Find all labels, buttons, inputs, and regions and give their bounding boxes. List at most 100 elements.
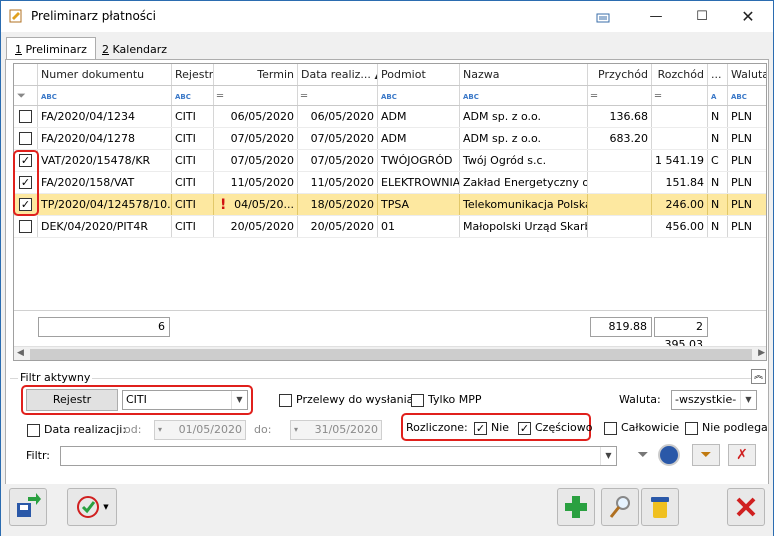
cell-text: 11/05/2020 xyxy=(230,176,294,189)
spin-icon[interactable]: ▾ xyxy=(294,421,298,439)
cell-flag: N xyxy=(708,128,728,149)
cell-nazwa: Twój Ogród s.c. xyxy=(460,150,588,171)
chevron-down-icon[interactable]: ▼ xyxy=(103,503,108,511)
abc-filter-icon[interactable]: ABC xyxy=(728,86,766,105)
cell-text: PLN xyxy=(731,110,752,123)
row-checkbox[interactable] xyxy=(19,109,32,123)
table-row[interactable]: DEK/04/2020/PIT4R CITI 20/05/2020 20/05/202… xyxy=(14,216,766,238)
cell-podmiot: ELEKTROWNIA xyxy=(378,172,460,193)
czesciowo-checkbox[interactable]: ✓ xyxy=(518,422,531,435)
col-rejestr[interactable]: Rejestr xyxy=(172,64,214,85)
col-waluta[interactable]: Waluta xyxy=(728,64,766,85)
app-icon xyxy=(9,9,22,23)
data-realizacji-checkbox[interactable] xyxy=(27,424,40,437)
filtr-input[interactable]: ▼ xyxy=(60,446,617,466)
export-button[interactable] xyxy=(9,488,47,526)
tab-kalendarz[interactable]: 2 Kalendarz xyxy=(93,37,176,60)
abc-filter-icon[interactable]: ABC xyxy=(378,86,460,105)
waluta-label: Waluta: xyxy=(619,393,661,406)
table-row[interactable]: ✓ FA/2020/158/VAT CITI 11/05/2020 11/05/2020… xyxy=(14,172,766,194)
warning-icon: ! xyxy=(220,197,227,213)
col-more[interactable]: ... xyxy=(708,64,728,85)
tab-preliminarz[interactable]: 1 Preliminarz xyxy=(6,37,96,61)
equals-filter-icon[interactable]: ═ xyxy=(214,86,298,105)
col-termin[interactable]: Termin xyxy=(214,64,298,85)
cell-nazwa: Małopolski Urząd Skarb... xyxy=(460,216,588,237)
filter-clear-icon[interactable]: ✗ xyxy=(728,444,756,466)
tylko-mpp-label: Tylko MPP xyxy=(428,393,482,406)
cell-reg: CITI xyxy=(172,128,214,149)
do-date-input[interactable]: ▾ 31/05/2020 xyxy=(290,420,382,440)
close-window-button[interactable]: ✕ xyxy=(725,1,771,32)
cell-rozchod: 456.00 xyxy=(652,216,708,237)
operations-button[interactable]: ▼ xyxy=(67,488,117,526)
cell-text: CITI xyxy=(175,198,196,211)
cell-doc: VAT/2020/15478/KR xyxy=(38,150,172,171)
cell-real: 18/05/2020 xyxy=(298,194,378,215)
funnel-icon[interactable]: ⏷ xyxy=(632,444,654,466)
cell-text: 1 541.19 xyxy=(655,154,704,167)
table-row[interactable]: FA/2020/04/1234 CITI 06/05/2020 06/05/2020 A… xyxy=(14,106,766,128)
calkowicie-checkbox[interactable] xyxy=(604,422,617,435)
row-checkbox[interactable] xyxy=(19,219,32,233)
grid-header: Numer dokumentu Rejestr Termin Data real… xyxy=(14,64,766,86)
equals-filter-icon[interactable]: ═ xyxy=(298,86,378,105)
col-data-realizacji[interactable]: Data realiz... ▲ xyxy=(298,64,378,85)
table-row[interactable]: ✓ VAT/2020/15478/KR CITI 07/05/2020 07/05/20… xyxy=(14,150,766,172)
abc-filter-icon[interactable]: ABC xyxy=(460,86,588,105)
add-button[interactable] xyxy=(557,488,595,526)
abc-filter-icon[interactable]: A xyxy=(708,86,728,105)
cell-flag: C xyxy=(708,150,728,171)
chevron-down-icon[interactable]: ▼ xyxy=(231,391,247,409)
horizontal-scrollbar[interactable]: ◀ ▶ xyxy=(14,346,766,360)
od-date-input[interactable]: ▾ 01/05/2020 xyxy=(154,420,246,440)
col-nazwa[interactable]: Nazwa xyxy=(460,64,588,85)
abc-filter-icon[interactable]: ABC xyxy=(172,86,214,105)
preview-button[interactable] xyxy=(601,488,639,526)
collapse-icon[interactable]: ︽ xyxy=(751,369,766,384)
filter-apply-icon[interactable] xyxy=(658,444,680,466)
equals-filter-icon[interactable]: ═ xyxy=(588,86,652,105)
przelewy-label: Przelewy do wysłania xyxy=(296,393,414,406)
filter-funnel-icon[interactable]: ⏷ xyxy=(14,86,38,105)
data-realizacji-label: Data realizacji: xyxy=(44,423,127,436)
col-numer-dokumentu[interactable]: Numer dokumentu xyxy=(38,64,172,85)
delete-button[interactable] xyxy=(641,488,679,526)
nie-podlega-checkbox[interactable] xyxy=(685,422,698,435)
export-icon xyxy=(17,493,41,517)
table-row[interactable]: ✓ TP/2020/04/124578/10... CITI! 04/05/20...… xyxy=(14,194,766,216)
cell-text: DEK/04/2020/PIT4R xyxy=(41,220,148,233)
scroll-left-icon[interactable]: ◀ xyxy=(17,348,24,358)
przelewy-checkbox[interactable] xyxy=(279,394,292,407)
cell-doc: FA/2020/04/1278 xyxy=(38,128,172,149)
col-podmiot[interactable]: Podmiot xyxy=(378,64,460,85)
cell-text: PLN xyxy=(731,176,752,189)
tylko-mpp-checkbox[interactable] xyxy=(411,394,424,407)
table-row[interactable]: FA/2020/04/1278 CITI 07/05/2020 07/05/2020 A… xyxy=(14,128,766,150)
close-button[interactable] xyxy=(727,488,765,526)
maximize-button[interactable]: ☐ xyxy=(679,1,725,32)
filter-group-label: Filtr aktywny xyxy=(18,370,93,386)
abc-filter-icon[interactable]: ABC xyxy=(38,86,172,105)
rejestr-select[interactable]: CITI ▼ xyxy=(122,390,248,410)
row-checkbox[interactable] xyxy=(19,131,32,145)
header-select[interactable] xyxy=(14,64,38,85)
chevron-down-icon[interactable]: ▼ xyxy=(740,391,756,409)
filter-settings-icon[interactable]: ⏷ xyxy=(692,444,720,466)
keyboard-icon[interactable] xyxy=(583,1,623,32)
filter-row: ⏷ ABC ABC ═ ═ ABC ABC ═ ═ A ABC xyxy=(14,86,766,106)
equals-filter-icon[interactable]: ═ xyxy=(652,86,708,105)
waluta-select[interactable]: -wszystkie- ▼ xyxy=(671,390,757,410)
rejestr-button[interactable]: Rejestr xyxy=(26,389,118,411)
scroll-thumb[interactable] xyxy=(30,349,752,360)
nie-checkbox[interactable]: ✓ xyxy=(474,422,487,435)
cell-text: 06/05/2020 xyxy=(230,110,294,123)
col-rozchod[interactable]: Rozchód xyxy=(652,64,708,85)
minimize-button[interactable]: — xyxy=(633,1,679,32)
cell-text: VAT/2020/15478/KR xyxy=(41,154,151,167)
scroll-right-icon[interactable]: ▶ xyxy=(758,348,765,358)
chevron-down-icon[interactable]: ▼ xyxy=(600,447,616,465)
col-przychod[interactable]: Przychód xyxy=(588,64,652,85)
spin-icon[interactable]: ▾ xyxy=(158,421,162,439)
cell-text: 06/05/2020 xyxy=(310,110,374,123)
